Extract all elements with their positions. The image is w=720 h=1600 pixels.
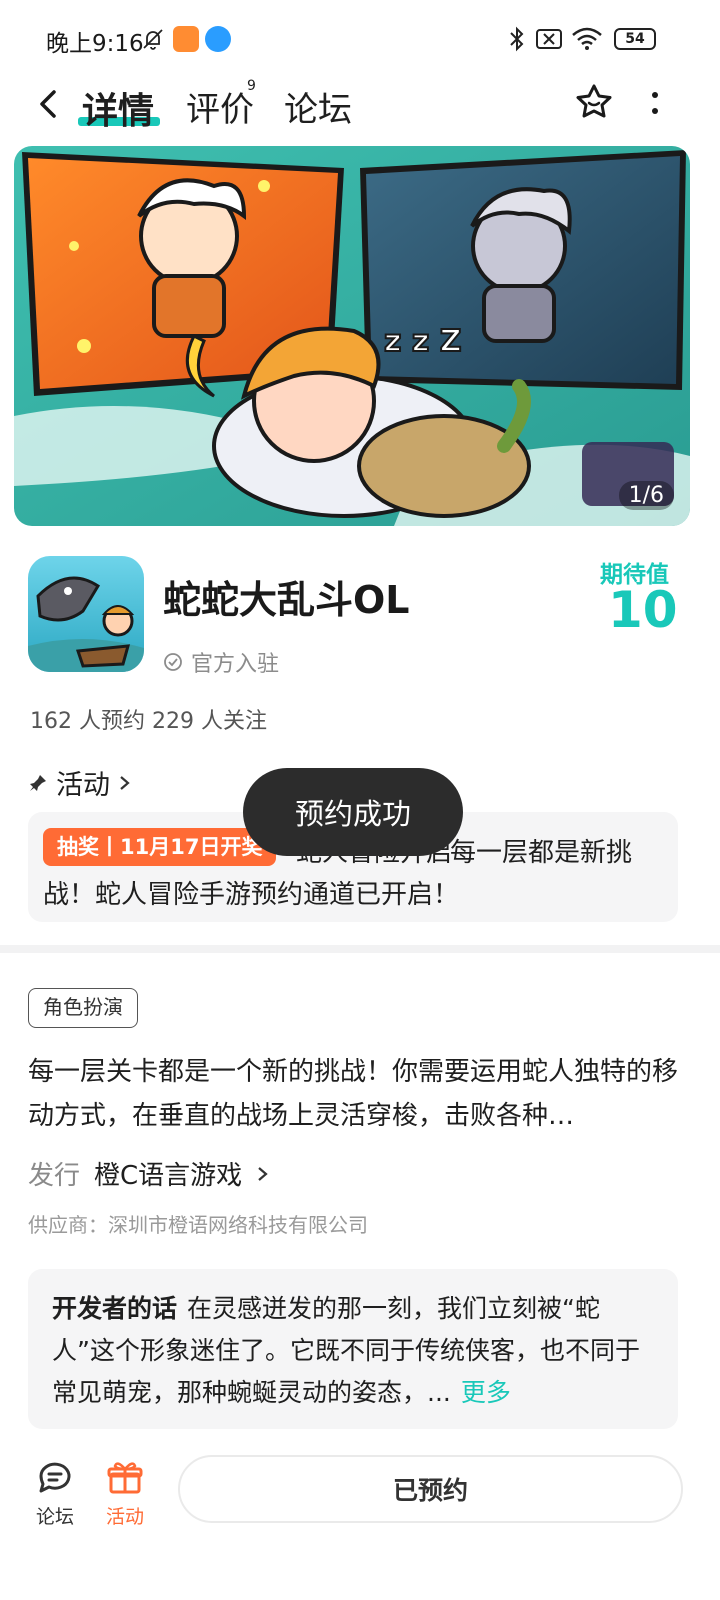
gift-icon	[107, 1462, 143, 1494]
chevron-right-icon	[120, 775, 130, 790]
genre-tag[interactable]: 角色扮演	[28, 988, 138, 1028]
lottery-tag: 抽奖丨11月17日开奖	[43, 828, 277, 866]
bluetooth-icon	[506, 26, 528, 52]
game-app-icon	[28, 556, 144, 672]
more-link[interactable]: 更多	[461, 1378, 511, 1407]
publisher-name: 橙C语言游戏	[94, 1161, 243, 1191]
banner-image: z z Z	[14, 146, 690, 526]
more-vertical-icon[interactable]	[645, 86, 665, 120]
game-title: 蛇蛇大乱斗OL	[163, 578, 410, 622]
reviews-count-badge: 9	[247, 78, 256, 94]
activity-section-link[interactable]: 活动	[28, 763, 132, 802]
tab-forum[interactable]: 论坛	[284, 82, 352, 131]
bottom-activity-button[interactable]: 活动	[90, 1458, 160, 1529]
bottom-forum-button[interactable]: 论坛	[20, 1458, 90, 1529]
status-time: 晚上9:16	[46, 31, 144, 57]
activity-text-line1: 每一层都是新挑	[450, 838, 633, 868]
reservation-stats: 162 人预约 229 人关注	[30, 709, 267, 734]
svg-text:z z Z: z z Z	[384, 324, 462, 359]
app-badge-orange-icon	[173, 26, 199, 52]
reserved-button[interactable]: 已预约	[178, 1455, 683, 1523]
mute-bell-icon	[140, 26, 166, 52]
pin-icon	[30, 774, 46, 791]
section-divider	[0, 945, 720, 953]
official-label: 官方入驻	[191, 652, 280, 677]
developer-notes: 开发者的话 在灵感迸发的那一刻，我们立刻被“蛇人”这个形象迷住了。它既不同于传统侠…	[52, 1288, 656, 1414]
bottom-activity-label: 活动	[105, 1506, 144, 1528]
wifi-icon	[570, 26, 604, 52]
verified-check-icon	[164, 653, 182, 671]
bottom-forum-label: 论坛	[35, 1506, 74, 1528]
banner-page-indicator: 1/6	[618, 481, 674, 510]
publisher-label: 发行	[28, 1161, 81, 1191]
sim-off-icon	[535, 26, 563, 52]
chevron-right-icon	[258, 1166, 268, 1181]
tab-reviews[interactable]: 评价	[186, 82, 254, 131]
toast-message: 预约成功	[243, 768, 463, 856]
star-icon[interactable]	[574, 82, 614, 122]
app-badge-blue-icon	[205, 26, 231, 52]
banner-carousel[interactable]: z z Z 1/6	[14, 146, 690, 526]
activity-text-line2: 战！蛇人冒险手游预约通道已开启！	[43, 880, 460, 910]
developer-notes-title: 开发者的话	[52, 1294, 178, 1323]
publisher-link[interactable]: 发行 橙C语言游戏	[28, 1155, 270, 1192]
game-description[interactable]: 每一层关卡都是一个新的挑战！你需要运用蛇人独特的移动方式，在垂直的战场上灵活穿梭…	[28, 1050, 678, 1138]
expectation-value: 10	[608, 581, 678, 639]
supplier-info: 供应商：深圳市橙语网络科技有限公司	[28, 1213, 368, 1237]
tab-details[interactable]: 详情	[82, 82, 154, 134]
forum-chat-icon	[39, 1462, 71, 1493]
official-badge: 官方入驻	[163, 646, 279, 678]
back-icon[interactable]	[30, 84, 66, 124]
activity-header-label: 活动	[56, 770, 110, 801]
battery-level: 54	[614, 28, 656, 50]
battery-icon: 54	[612, 26, 658, 52]
